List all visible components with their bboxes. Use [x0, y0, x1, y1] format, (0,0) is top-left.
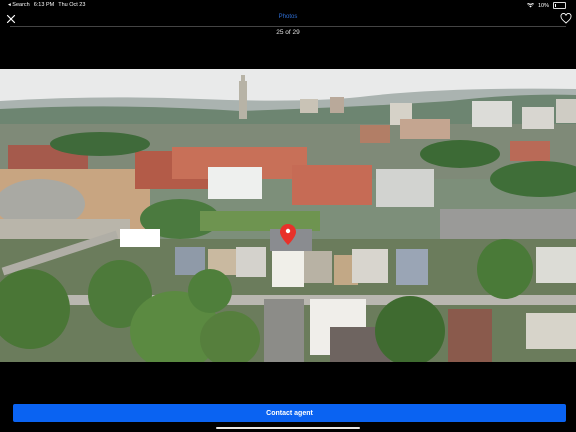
battery-percent: 10% — [537, 2, 549, 9]
status-time: 6:13 PM — [33, 2, 55, 8]
status-date: Thu Oct 23 — [58, 2, 86, 8]
listing-photo[interactable] — [0, 69, 576, 362]
wifi-icon — [526, 3, 534, 8]
battery-icon — [553, 2, 566, 9]
status-right: 10% — [526, 2, 566, 9]
heart-icon[interactable] — [560, 13, 572, 24]
contact-agent-button[interactable]: Contact agent — [13, 404, 566, 422]
nav-divider — [10, 26, 566, 27]
photos-tab[interactable]: Photos — [0, 14, 576, 20]
status-left: ◂ Search 6:13 PM Thu Oct 23 — [8, 2, 85, 8]
aerial-city-photo — [0, 69, 576, 362]
photo-viewer-screen: ◂ Search 6:13 PM Thu Oct 23 10% Photos 2… — [0, 0, 576, 432]
home-indicator[interactable] — [216, 427, 360, 429]
contact-agent-label: Contact agent — [266, 409, 313, 417]
photo-counter: 25 of 29 — [276, 29, 300, 36]
back-to-search-link[interactable]: ◂ Search — [8, 2, 30, 8]
status-bar: ◂ Search 6:13 PM Thu Oct 23 10% — [0, 0, 576, 10]
